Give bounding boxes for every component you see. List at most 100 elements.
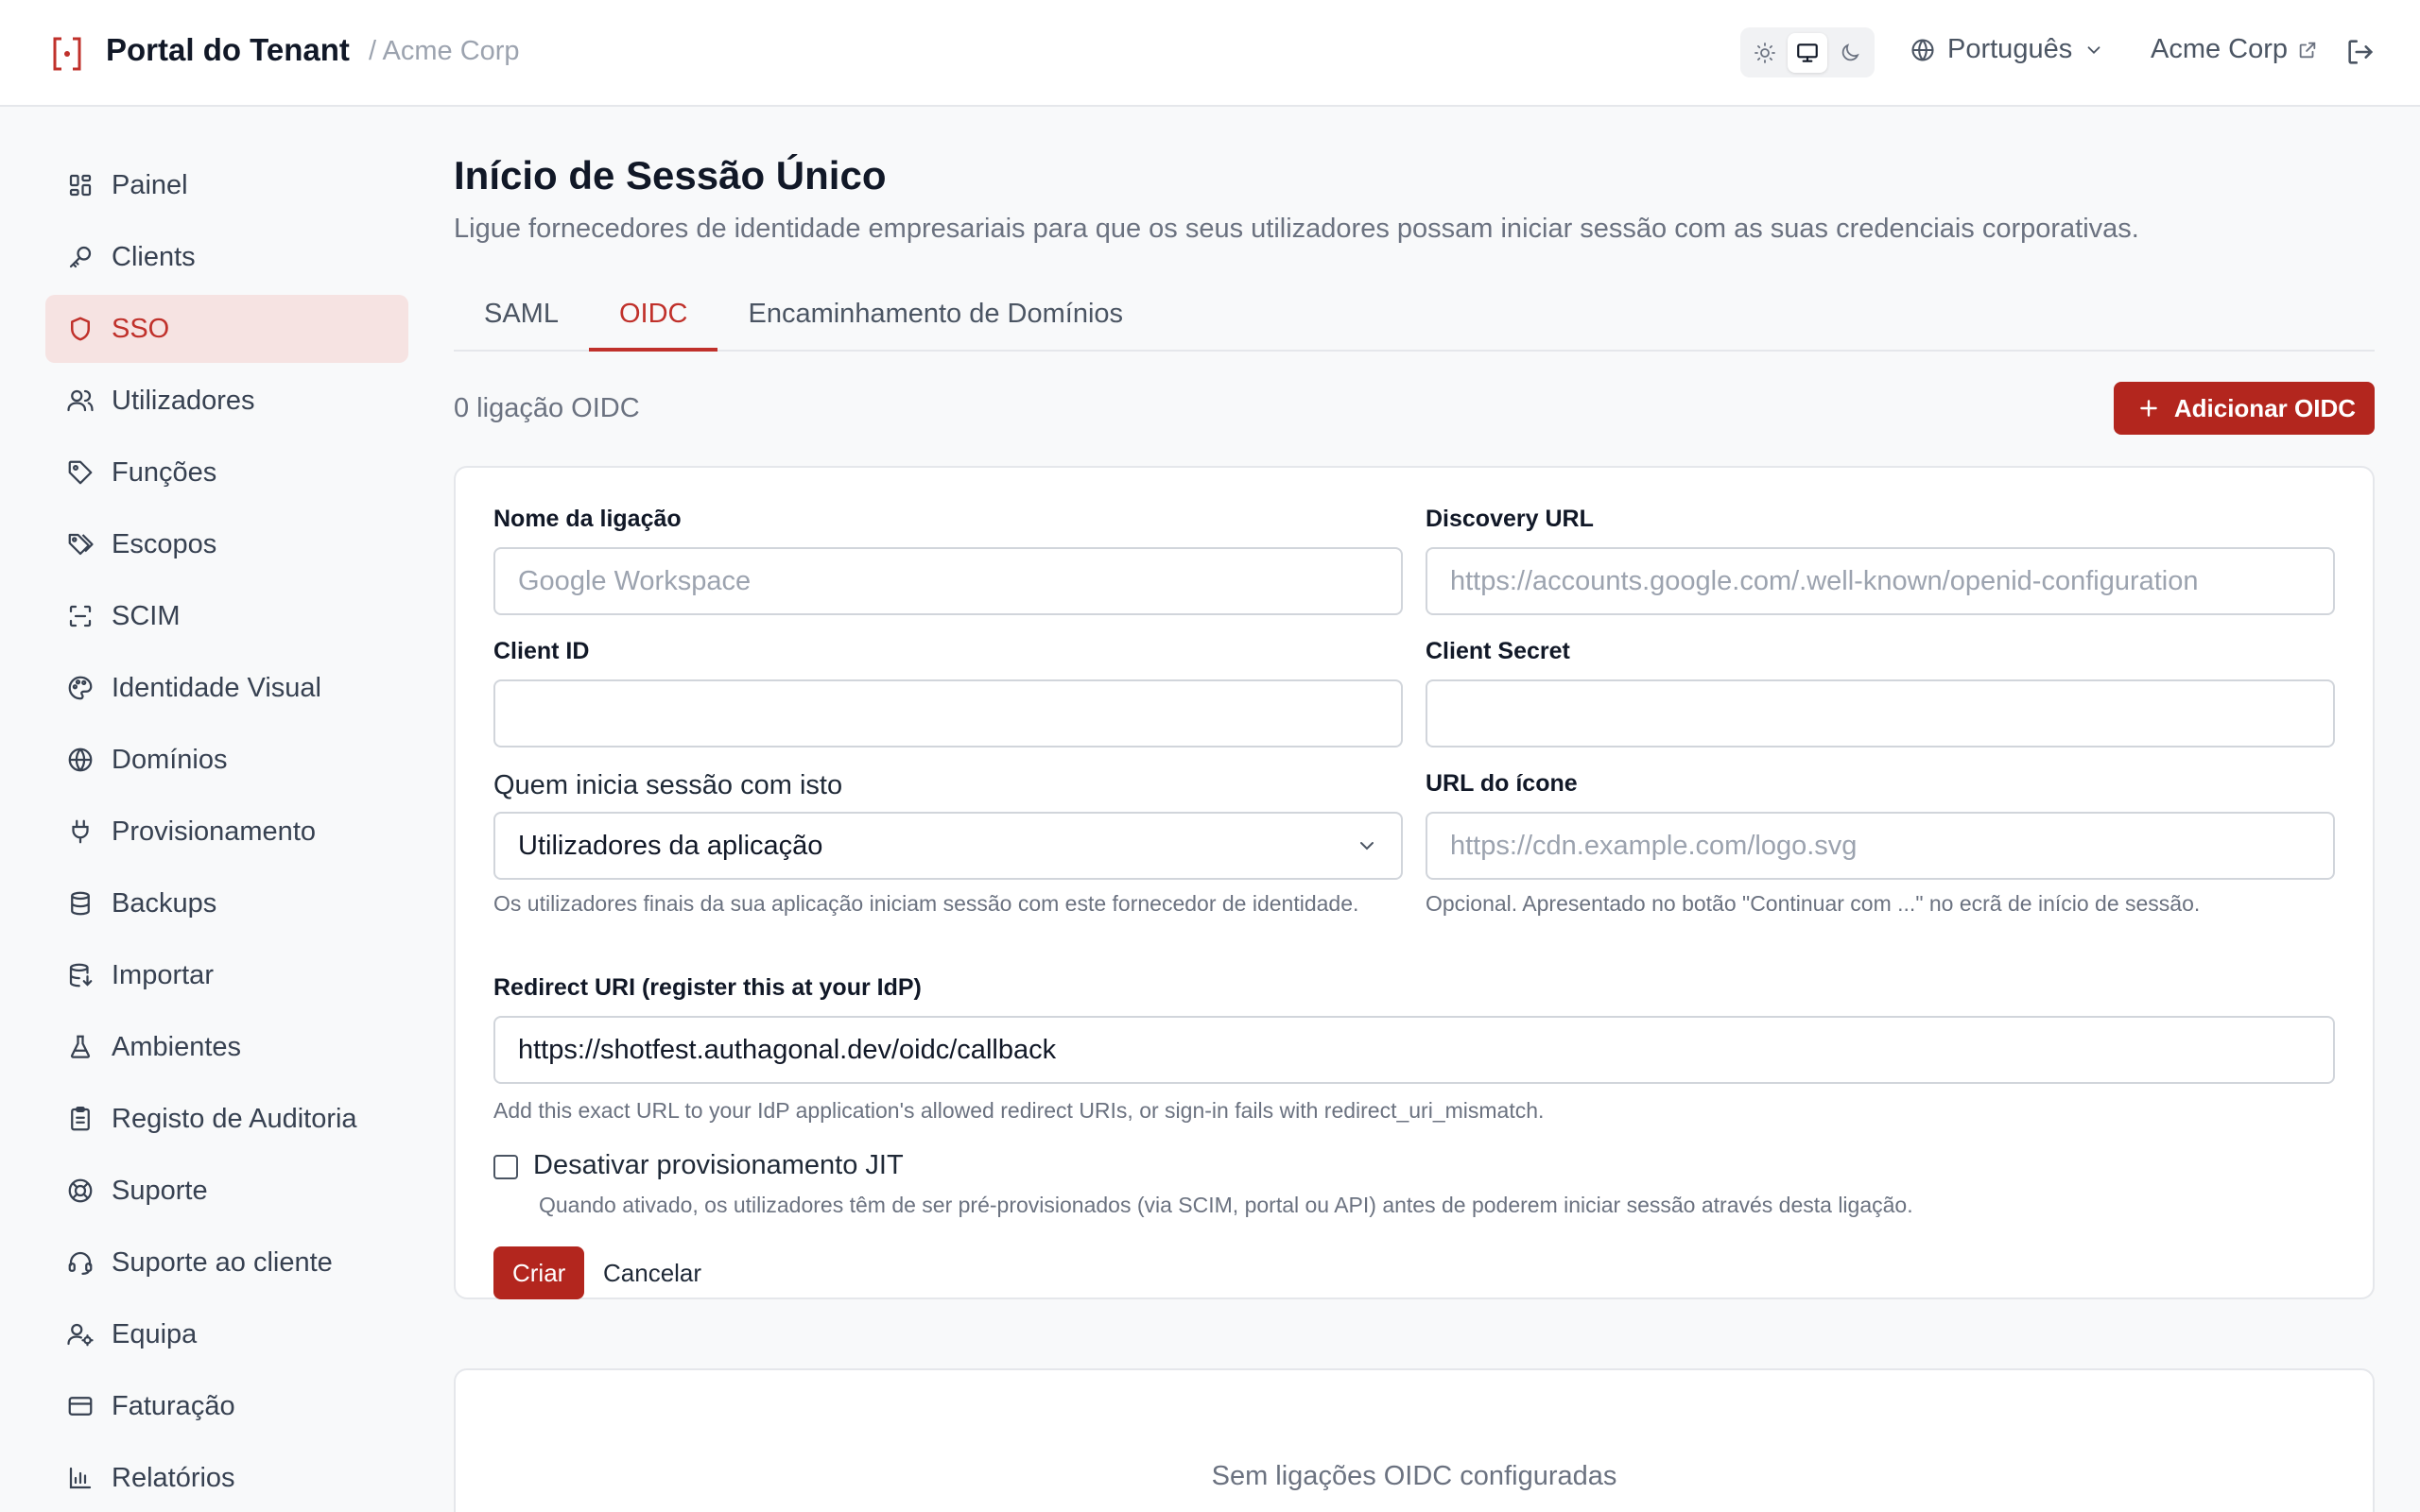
sun-icon	[1754, 42, 1775, 63]
clipboard-icon	[71, 1107, 90, 1131]
client-id-label: Client ID	[493, 638, 590, 664]
flask-icon	[70, 1035, 91, 1058]
dark-theme-button[interactable]	[1830, 33, 1870, 73]
create-button[interactable]: Criar	[493, 1246, 585, 1299]
redirect-uri-label: Redirect URI (register this at your IdP)	[493, 974, 922, 1001]
client-secret-input[interactable]	[1426, 679, 2335, 747]
audience-help: Os utilizadores finais da sua aplicação …	[493, 891, 1359, 916]
key-icon	[69, 246, 92, 268]
discovery-url-label: Discovery URL	[1426, 506, 1594, 532]
audience-label: Quem inicia sessão com isto	[493, 770, 843, 800]
dashboard-icon	[69, 174, 92, 197]
bar-chart-icon	[69, 1467, 92, 1489]
sidebar-item-equipa[interactable]: Equipa	[45, 1300, 408, 1368]
sidebar-item-label: Funções	[112, 456, 217, 488]
sidebar-item-faturacao[interactable]: Faturação	[45, 1372, 408, 1440]
sidebar-item-scim[interactable]: SCIM	[45, 582, 408, 650]
sidebar-item-dominios[interactable]: Domínios	[45, 726, 408, 794]
sidebar-item-label: Ambientes	[112, 1031, 242, 1062]
empty-state-card: Sem ligações OIDC configuradas	[454, 1368, 2375, 1512]
oidc-form-card: Nome da ligação Discovery URL Client ID …	[454, 466, 2375, 1299]
sidebar-item-label: SCIM	[112, 600, 181, 631]
sidebar-item-label: Clients	[112, 241, 196, 272]
sidebar-item-escopos[interactable]: Escopos	[45, 510, 408, 578]
app-title: Portal do Tenant	[106, 32, 350, 67]
sidebar-item-suporte-cliente[interactable]: Suporte ao cliente	[45, 1228, 408, 1297]
top-bar: Portal do Tenant / Acme Corp Português A…	[0, 0, 2420, 107]
jit-disable-help: Quando ativado, os utilizadores têm de s…	[539, 1193, 1913, 1217]
sidebar-item-label: Provisionamento	[112, 816, 316, 847]
sidebar-item-label: Identidade Visual	[112, 672, 321, 703]
org-name: Acme Corp	[2151, 34, 2289, 64]
sidebar-item-label: SSO	[112, 313, 170, 344]
headset-icon	[68, 1251, 93, 1275]
tab-oidc[interactable]: OIDC	[588, 289, 718, 352]
sidebar-item-label: Domínios	[112, 744, 228, 775]
light-theme-button[interactable]	[1745, 33, 1785, 73]
page-subtitle: Ligue fornecedores de identidade empresa…	[454, 214, 2139, 244]
credit-card-icon	[68, 1397, 93, 1416]
tab-domain-routing[interactable]: Encaminhamento de Domínios	[717, 289, 1153, 352]
client-secret-label: Client Secret	[1426, 638, 1570, 664]
lifebuoy-icon	[68, 1178, 93, 1203]
discovery-url-input[interactable]	[1426, 547, 2335, 615]
page-title: Início de Sessão Único	[454, 153, 887, 198]
connection-name-input[interactable]	[493, 547, 1403, 615]
brand-logo-icon	[53, 37, 81, 71]
icon-url-help: Opcional. Apresentado no botão "Continua…	[1426, 891, 2201, 916]
jit-disable-label: Desativar provisionamento JIT	[533, 1150, 904, 1180]
moon-icon	[1841, 43, 1859, 60]
tenant-breadcrumb: / Acme Corp	[369, 36, 520, 66]
sidebar-item-registo-auditoria[interactable]: Registo de Auditoria	[45, 1085, 408, 1153]
tag-icon	[68, 460, 93, 485]
sidebar-item-label: Importar	[112, 959, 214, 990]
sidebar-item-identidade-visual[interactable]: Identidade Visual	[45, 654, 408, 722]
sidebar-item-backups[interactable]: Backups	[45, 869, 408, 937]
icon-url-input[interactable]	[1426, 812, 2335, 880]
globe-icon	[1911, 38, 1934, 61]
user-cog-icon	[67, 1323, 94, 1347]
sidebar-item-label: Faturação	[112, 1390, 235, 1421]
sidebar: Painel Clients SSO Utilizadores Funções …	[45, 151, 408, 1512]
icon-url-label: URL do ícone	[1426, 770, 1578, 797]
language-label: Português	[1947, 34, 2073, 64]
database-icon	[71, 891, 90, 916]
tab-saml[interactable]: SAML	[454, 289, 589, 352]
client-id-input[interactable]	[493, 679, 1403, 747]
cancel-button[interactable]: Cancelar	[584, 1246, 720, 1299]
sidebar-item-utilizadores[interactable]: Utilizadores	[45, 367, 408, 435]
sidebar-item-sso[interactable]: SSO	[45, 295, 408, 363]
sidebar-item-ambientes[interactable]: Ambientes	[45, 1013, 408, 1081]
shield-icon	[71, 317, 90, 341]
sidebar-item-label: Utilizadores	[112, 385, 255, 416]
add-oidc-label: Adicionar OIDC	[2173, 393, 2356, 422]
add-oidc-button[interactable]: Adicionar OIDC	[2113, 382, 2375, 435]
connection-name-label: Nome da ligação	[493, 506, 682, 532]
sidebar-item-clients[interactable]: Clients	[45, 223, 408, 291]
audience-value: Utilizadores da aplicação	[518, 830, 823, 861]
scan-icon	[69, 605, 92, 627]
monitor-icon	[1797, 43, 1818, 62]
sidebar-item-relatorios[interactable]: Relatórios	[45, 1444, 408, 1512]
audience-select[interactable]: Utilizadores da aplicação	[493, 812, 1403, 880]
sidebar-item-provisionamento[interactable]: Provisionamento	[45, 798, 408, 866]
plug-icon	[72, 819, 89, 844]
sidebar-item-label: Painel	[112, 169, 188, 200]
org-link[interactable]: Acme Corp	[2151, 34, 2318, 65]
sidebar-item-suporte[interactable]: Suporte	[45, 1157, 408, 1225]
tab-bar: SAML OIDC Encaminhamento de Domínios	[454, 289, 2375, 352]
redirect-uri-help: Add this exact URL to your IdP applicati…	[493, 1098, 1545, 1123]
sidebar-item-label: Suporte	[112, 1175, 208, 1206]
logout-icon[interactable]	[2344, 36, 2377, 68]
language-select[interactable]: Português	[1910, 34, 2104, 65]
sidebar-item-funcoes[interactable]: Funções	[45, 438, 408, 507]
connection-count: 0 ligação OIDC	[454, 393, 640, 423]
system-theme-button[interactable]	[1788, 32, 1827, 73]
redirect-uri-input[interactable]	[493, 1016, 2335, 1084]
sidebar-item-label: Suporte ao cliente	[112, 1246, 333, 1278]
sidebar-item-importar[interactable]: Importar	[45, 941, 408, 1009]
jit-disable-checkbox[interactable]	[493, 1155, 518, 1179]
chevron-down-icon	[1360, 842, 1374, 850]
sidebar-item-painel[interactable]: Painel	[45, 151, 408, 219]
sidebar-item-label: Registo de Auditoria	[112, 1103, 357, 1134]
